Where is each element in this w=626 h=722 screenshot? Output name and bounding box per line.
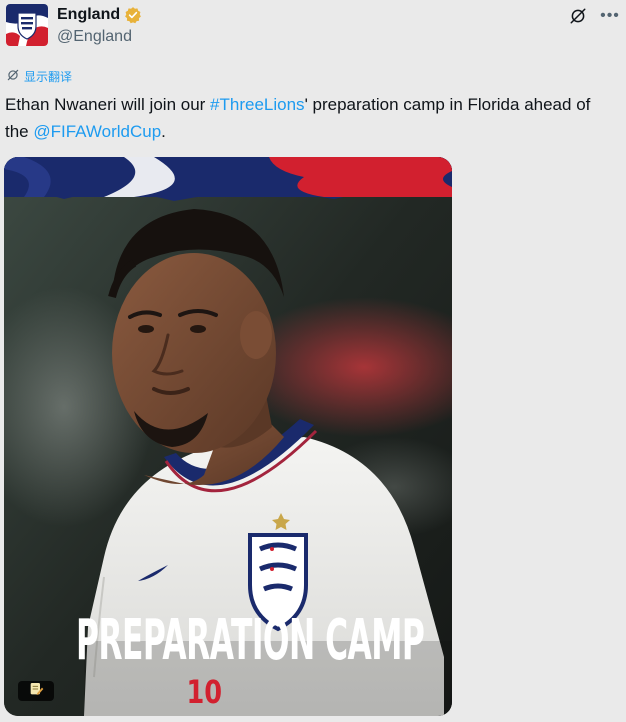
tweet-header: England @England ••• (0, 0, 626, 60)
overlay-title: PREPARATION CAMP (76, 608, 425, 673)
translate-label: 显示翻译 (24, 70, 73, 84)
shirt-number: 10 (186, 673, 223, 711)
display-name[interactable]: England (57, 6, 120, 24)
media-image[interactable]: PREPARATION CAMP 10 (4, 157, 452, 716)
grok-icon[interactable] (568, 6, 588, 26)
avatar[interactable] (6, 4, 48, 46)
name-row: England (57, 6, 142, 24)
translate-link[interactable]: 显示翻译 (6, 68, 72, 85)
top-actions: ••• (568, 6, 620, 26)
tweet-text-part3: . (161, 122, 166, 141)
more-icon[interactable]: ••• (600, 6, 620, 26)
tweet-text-part1: Ethan Nwaneri will join our (5, 95, 211, 114)
verified-badge-icon (124, 6, 142, 24)
translate-icon (6, 68, 20, 85)
tweet-text: Ethan Nwaneri will join our #ThreeLions'… (5, 91, 615, 145)
alt-text-button[interactable] (18, 681, 54, 701)
hashtag-link[interactable]: #ThreeLions (210, 95, 305, 114)
mention-link[interactable]: @FIFAWorldCup (33, 122, 161, 141)
handle[interactable]: @England (57, 28, 132, 46)
alt-text-icon (28, 681, 44, 702)
